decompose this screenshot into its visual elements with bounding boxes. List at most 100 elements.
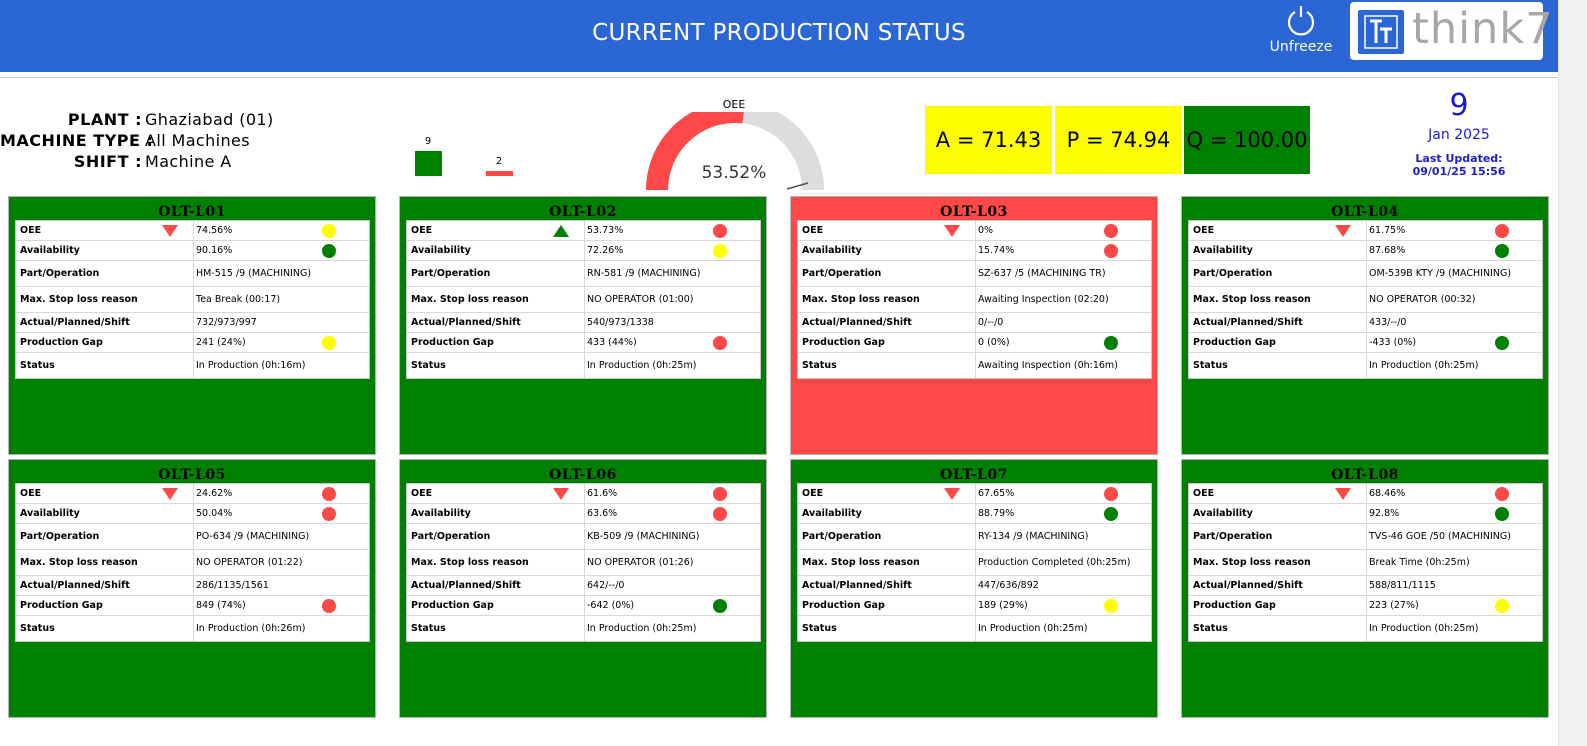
status-dot-icon xyxy=(713,335,727,350)
metric-label: Actual/Planned/Shift xyxy=(20,317,130,328)
metric-value: TVS-46 GOE /50 (MACHINING) xyxy=(1369,531,1511,542)
machine-metrics-table: OEE 24.62% Availability 50.04% Part/Operatio… xyxy=(15,483,370,642)
metric-value: 241 (24%) xyxy=(196,337,246,348)
metric-row-status: Status In Production (0h:26m) xyxy=(16,616,369,641)
metric-row-app: Actual/Planned/Shift 732/973/997 xyxy=(16,313,369,333)
plant-value: Ghaziabad (01) xyxy=(145,110,274,129)
metric-row-status: Status Awaiting Inspection (0h:16m) xyxy=(798,353,1151,378)
metric-label: Part/Operation xyxy=(411,268,491,279)
status-dot-icon xyxy=(713,506,727,521)
cell-divider xyxy=(584,333,585,352)
metric-value: 189 (29%) xyxy=(978,600,1028,611)
machine-name: OLT-L08 xyxy=(1331,467,1399,483)
metric-value: 53.73% xyxy=(587,225,624,236)
cell-divider xyxy=(975,576,976,595)
metric-label: Availability xyxy=(1193,508,1253,519)
unfreeze-button[interactable]: Unfreeze xyxy=(1264,3,1338,65)
machine-card[interactable]: OLT-L04 OEE 61.75% Availability 87.68% Part/O… xyxy=(1181,196,1549,455)
machine-metrics-table: OEE 61.75% Availability 87.68% Part/Operatio… xyxy=(1188,220,1543,379)
machine-metrics-table: OEE 53.73% Availability 72.26% Part/Operatio… xyxy=(406,220,761,379)
cell-divider xyxy=(584,484,585,503)
cell-divider xyxy=(1366,353,1367,378)
vertical-scrollbar[interactable] xyxy=(1558,0,1587,746)
machine-name: OLT-L02 xyxy=(549,204,617,220)
cell-divider xyxy=(584,353,585,378)
metric-row-app: Actual/Planned/Shift 433/--/0 xyxy=(1189,313,1542,333)
last-updated-label: Last Updated: xyxy=(1415,152,1503,165)
cell-divider xyxy=(975,504,976,523)
metric-value: 63.6% xyxy=(587,508,618,519)
cell-divider xyxy=(975,241,976,260)
metric-row-availability: Availability 50.04% xyxy=(16,504,369,524)
metric-value: 433/--/0 xyxy=(1369,317,1407,328)
machine-card[interactable]: OLT-L07 OEE 67.65% Availability 88.79% Part/O… xyxy=(790,459,1158,718)
cell-divider xyxy=(193,550,194,575)
metric-label: Production Gap xyxy=(1193,600,1276,611)
machine-card[interactable]: OLT-L03 OEE 0% Availability 15.74% Part/Opera… xyxy=(790,196,1158,455)
metric-label: Production Gap xyxy=(20,600,103,611)
metric-value: 72.26% xyxy=(587,245,624,256)
metric-value: In Production (0h:25m) xyxy=(1369,623,1479,634)
metric-row-app: Actual/Planned/Shift 642/--/0 xyxy=(407,576,760,596)
machine-metrics-table: OEE 61.6% Availability 63.6% Part/Operation K… xyxy=(406,483,761,642)
cell-divider xyxy=(584,504,585,523)
metric-label: Part/Operation xyxy=(411,531,491,542)
metric-label: Max. Stop loss reason xyxy=(411,557,529,568)
status-dot-icon xyxy=(322,506,336,521)
metric-label: Status xyxy=(1193,360,1228,371)
plant-row: PLANT : Ghaziabad (01) xyxy=(0,110,274,131)
cell-divider xyxy=(584,261,585,286)
machine-metrics-table: OEE 74.56% Availability 90.16% Part/Operatio… xyxy=(15,220,370,379)
status-dot-icon xyxy=(322,223,336,238)
cell-divider xyxy=(1366,576,1367,595)
metric-row-gap: Production Gap 0 (0%) xyxy=(798,333,1151,353)
metric-row-gap: Production Gap 223 (27%) xyxy=(1189,596,1542,616)
metric-row-part: Part/Operation KB-509 /9 (MACHINING) xyxy=(407,524,760,550)
metric-row-availability: Availability 90.16% xyxy=(16,241,369,261)
machine-card[interactable]: OLT-L06 OEE 61.6% Availability 63.6% Part/Ope… xyxy=(399,459,767,718)
metric-value: 68.46% xyxy=(1369,488,1406,499)
oee-gauge xyxy=(646,112,824,191)
machine-type-row: MACHINE TYPE :All Machines xyxy=(0,131,274,152)
metric-value: SZ-637 /5 (MACHINING TR) xyxy=(978,268,1106,279)
status-dot-icon xyxy=(713,486,727,501)
gauge-value: 53.52% xyxy=(701,163,767,183)
metric-value: NO OPERATOR (01:26) xyxy=(587,557,694,568)
metric-label: Actual/Planned/Shift xyxy=(802,317,912,328)
cell-divider xyxy=(1366,504,1367,523)
machine-card[interactable]: OLT-L05 OEE 24.62% Availability 50.04% Part/O… xyxy=(8,459,376,718)
metric-row-part: Part/Operation PO-634 /9 (MACHINING) xyxy=(16,524,369,550)
metric-label: Part/Operation xyxy=(1193,268,1273,279)
cell-divider xyxy=(584,524,585,549)
trend-down-icon xyxy=(162,487,178,500)
metric-label: Max. Stop loss reason xyxy=(1193,557,1311,568)
logo-mark-icon xyxy=(1358,10,1404,54)
metric-value: Tea Break (00:17) xyxy=(196,294,281,305)
machine-card[interactable]: OLT-L02 OEE 53.73% Availability 72.26% Part/O… xyxy=(399,196,767,455)
metric-row-gap: Production Gap 849 (74%) xyxy=(16,596,369,616)
metric-row-stop: Max. Stop loss reason Tea Break (00:17) xyxy=(16,287,369,313)
metric-row-availability: Availability 15.74% xyxy=(798,241,1151,261)
cell-divider xyxy=(1366,596,1367,615)
status-dot-icon xyxy=(1495,486,1509,501)
metric-label: Availability xyxy=(411,245,471,256)
cell-divider xyxy=(584,550,585,575)
cell-divider xyxy=(193,484,194,503)
plant-label: PLANT : xyxy=(67,110,142,129)
trend-down-icon xyxy=(553,487,569,500)
metric-row-app: Actual/Planned/Shift 540/973/1338 xyxy=(407,313,760,333)
metric-value: Break Time (0h:25m) xyxy=(1369,557,1470,568)
machine-card[interactable]: OLT-L01 OEE 74.56% Availability 90.16% Part/O… xyxy=(8,196,376,455)
metric-value: 87.68% xyxy=(1369,245,1406,256)
metric-value: In Production (0h:25m) xyxy=(587,360,697,371)
metric-row-gap: Production Gap -642 (0%) xyxy=(407,596,760,616)
legend-green-count: 9 xyxy=(424,136,432,147)
machine-card[interactable]: OLT-L08 OEE 68.46% Availability 92.8% Part/Op… xyxy=(1181,459,1549,718)
cell-divider xyxy=(584,287,585,312)
status-dot-icon xyxy=(1495,506,1509,521)
kpi-quality: Q = 100.00 xyxy=(1184,106,1310,174)
cell-divider xyxy=(193,261,194,286)
metric-label: Availability xyxy=(20,508,80,519)
metric-row-availability: Availability 92.8% xyxy=(1189,504,1542,524)
metric-row-gap: Production Gap -433 (0%) xyxy=(1189,333,1542,353)
